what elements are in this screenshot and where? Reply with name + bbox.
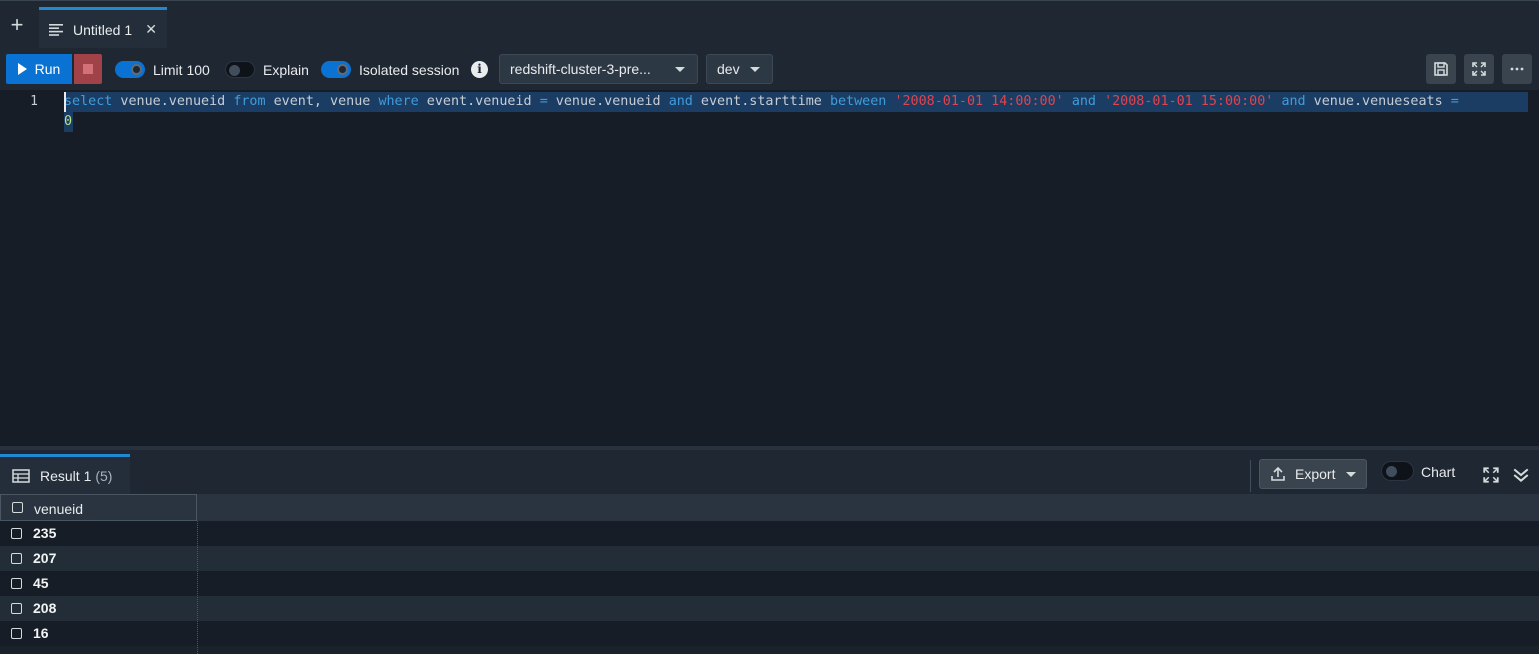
toggle-knob [337, 64, 348, 75]
expand-icon [1472, 62, 1486, 76]
select-all-checkbox[interactable] [12, 502, 23, 513]
more-options-button[interactable] [1502, 54, 1532, 84]
tab-untitled-1[interactable]: Untitled 1 ✕ [39, 7, 167, 49]
toggle-knob [1386, 466, 1397, 477]
table-cell: 207 [33, 550, 57, 566]
divider [1250, 460, 1251, 492]
row-checkbox[interactable] [11, 553, 22, 564]
export-label: Export [1295, 466, 1336, 482]
toggle-knob [229, 65, 240, 76]
table-icon [12, 468, 30, 483]
table-header: venueid [0, 494, 1539, 521]
chart-label: Chart [1421, 464, 1456, 480]
caret-down-icon [750, 67, 760, 72]
database-select-value: dev [717, 61, 740, 77]
database-select[interactable]: dev [706, 54, 773, 84]
table-row[interactable]: 207 [0, 546, 1539, 571]
cluster-select-value: redshift-cluster-3-pre... [510, 61, 651, 77]
run-button[interactable]: Run [6, 54, 72, 84]
table-cell: 16 [33, 625, 49, 641]
sql-editor[interactable]: 1 select venue.venueid from event, venue… [0, 90, 1539, 446]
column-header-label: venueid [34, 501, 84, 517]
chart-toggle[interactable] [1381, 461, 1414, 481]
tab-label: Untitled 1 [73, 21, 133, 38]
play-icon [17, 63, 27, 75]
sql-code-line-wrap[interactable]: 0 [64, 112, 73, 132]
fullscreen-button[interactable] [1464, 54, 1494, 84]
run-label: Run [34, 61, 61, 77]
info-icon[interactable]: i [471, 61, 488, 78]
caret-down-icon [675, 67, 685, 72]
export-button[interactable]: Export [1259, 459, 1367, 489]
column-header-venueid[interactable]: venueid [0, 494, 197, 521]
caret-down-icon [1346, 472, 1356, 477]
row-checkbox[interactable] [11, 528, 22, 539]
close-icon[interactable]: ✕ [145, 21, 157, 38]
toggle-knob [131, 64, 142, 75]
cluster-select[interactable]: redshift-cluster-3-pre... [499, 54, 698, 84]
limit-toggle[interactable] [115, 61, 145, 78]
save-button[interactable] [1426, 54, 1456, 84]
stop-button[interactable] [74, 54, 102, 84]
explain-label: Explain [263, 62, 309, 78]
table-cell: 45 [33, 575, 49, 591]
ellipsis-icon [1510, 67, 1524, 71]
text-cursor [64, 92, 66, 112]
table-row[interactable]: 235 [0, 521, 1539, 546]
isolated-session-label: Isolated session [359, 62, 460, 78]
document-icon [49, 23, 63, 36]
column-divider [197, 521, 198, 654]
tab-result-1[interactable]: Result 1 (5) [0, 454, 130, 494]
add-tab-icon[interactable]: + [6, 14, 28, 37]
table-cell: 235 [33, 525, 57, 541]
save-icon [1434, 62, 1448, 76]
table-row[interactable]: 208 [0, 596, 1539, 621]
stop-icon [83, 64, 93, 74]
table-row[interactable]: 45 [0, 571, 1539, 596]
result-tab-label: Result 1 [40, 467, 92, 484]
results-table: venueid 235 207 45 208 16 [0, 494, 1539, 654]
tab-bar: + Untitled 1 ✕ [0, 0, 1539, 49]
explain-toggle[interactable] [225, 61, 255, 78]
collapse-icon[interactable] [1512, 466, 1530, 484]
result-header: Result 1 (5) Export Chart [0, 446, 1539, 494]
expand-icon[interactable] [1482, 466, 1500, 484]
row-checkbox[interactable] [11, 628, 22, 639]
row-checkbox[interactable] [11, 578, 22, 589]
line-number: 1 [30, 94, 38, 109]
table-cell: 208 [33, 600, 57, 616]
query-toolbar: Run Limit 100 Explain Isolated session i… [0, 48, 1539, 90]
result-row-count: (5) [95, 467, 113, 484]
upload-icon [1271, 466, 1285, 481]
table-row[interactable]: 16 [0, 621, 1539, 646]
isolated-session-toggle[interactable] [321, 61, 351, 78]
sql-code-line[interactable]: select venue.venueid from event, venue w… [64, 92, 1528, 112]
limit-label: Limit 100 [153, 62, 210, 78]
row-checkbox[interactable] [11, 603, 22, 614]
